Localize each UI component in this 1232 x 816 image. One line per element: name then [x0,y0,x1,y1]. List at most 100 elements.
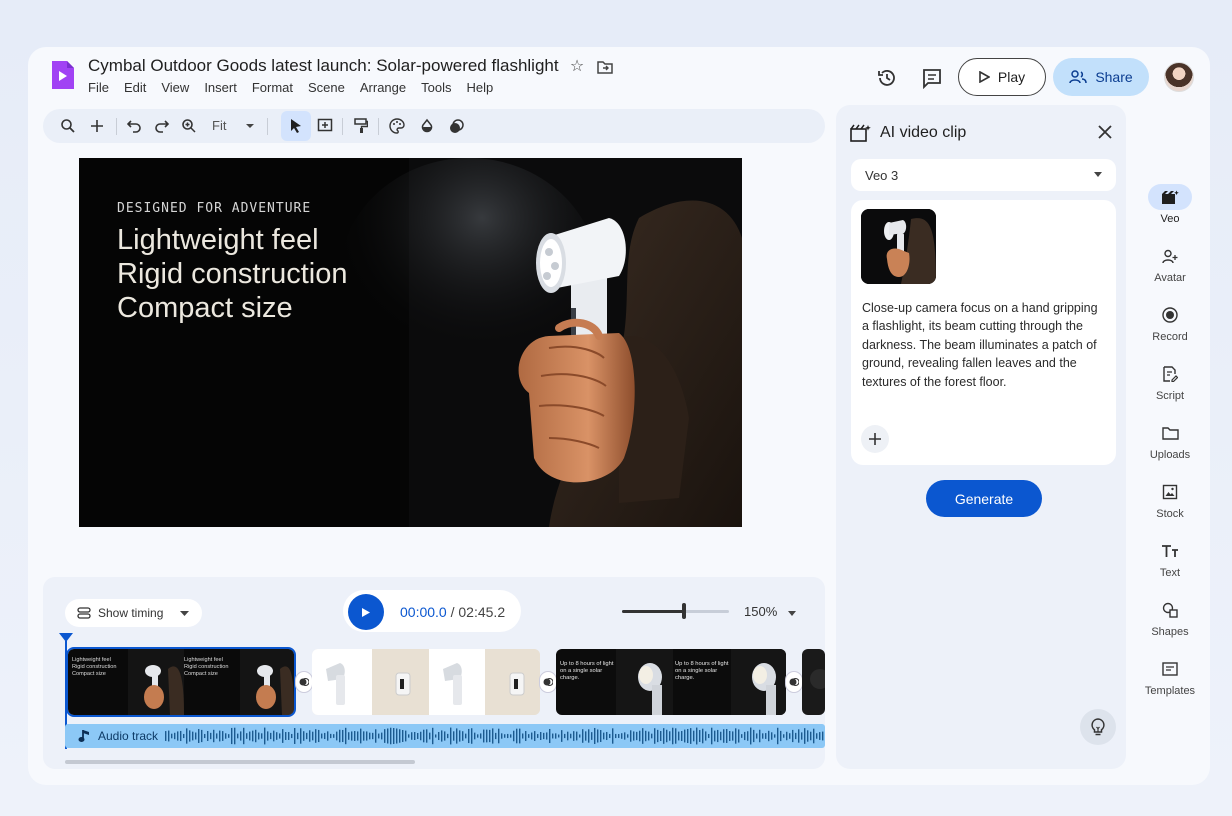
current-time: 00:00.0 [400,604,447,620]
star-icon[interactable]: ☆ [568,58,586,76]
version-history-icon[interactable] [876,67,898,89]
waveform-bar [228,734,230,738]
rail-item-templates[interactable]: Templates [1140,656,1200,697]
audio-track[interactable] [65,724,825,748]
waveform-bar [615,733,617,739]
waveform-bar [561,730,563,742]
app-window: Cymbal Outdoor Goods latest launch: Sola… [28,47,1210,785]
add-icon[interactable] [87,116,107,136]
effects-icon[interactable] [447,116,467,136]
waveform-bar [588,729,590,743]
share-button[interactable]: Share [1053,58,1149,96]
waveform-bar [597,729,599,743]
waveform-bar [267,731,269,741]
waveform-bar [555,733,557,739]
doc-title[interactable]: Cymbal Outdoor Goods latest launch: Sola… [88,56,559,76]
waveform-bar [573,731,575,741]
waveform-bar [381,732,383,740]
waveform-bar [762,733,764,739]
timeline-clip-4[interactable] [802,649,825,715]
redo-icon[interactable] [152,116,172,136]
waveform-bar [366,731,368,741]
lightbulb-icon [1091,718,1105,736]
waveform-bar [387,728,389,744]
timeline-clip-1[interactable]: Lightweight feel Rigid construction Comp… [66,647,296,717]
rail-item-uploads[interactable]: Uploads [1140,420,1200,461]
undo-icon[interactable] [124,116,144,136]
add-media-button[interactable] [861,425,889,453]
comments-icon[interactable] [921,67,943,89]
transition-icon[interactable] [785,671,803,693]
waveform-bar [456,728,458,744]
waveform-bar [426,729,428,743]
waveform-bar [798,729,800,743]
waveform-bar [417,732,419,740]
rail-item-veo[interactable]: Veo [1140,184,1200,225]
rail-item-record[interactable]: Record [1140,302,1200,343]
waveform-bar [384,729,386,743]
paint-format-icon[interactable] [351,116,371,136]
menu-scene[interactable]: Scene [308,80,345,95]
move-folder-icon[interactable] [596,58,614,76]
add-box-icon[interactable] [315,116,335,136]
menu-insert[interactable]: Insert [204,80,237,95]
reference-image-thumbnail[interactable] [861,209,936,284]
menu-help[interactable]: Help [466,80,493,95]
tips-button[interactable] [1080,709,1116,745]
menu-view[interactable]: View [161,80,189,95]
palette-icon[interactable] [387,116,407,136]
waveform-bar [738,729,740,743]
waveform-bar [327,731,329,741]
menu-edit[interactable]: Edit [124,80,146,95]
waveform-bar [315,729,317,743]
rail-item-shapes[interactable]: Shapes [1140,597,1200,638]
menu-format[interactable]: Format [252,80,293,95]
waveform-bar [180,730,182,742]
waveform-bar [372,732,374,740]
search-icon[interactable] [58,116,78,136]
waveform-bar [642,728,644,744]
zoom-icon[interactable] [179,116,199,136]
slide-canvas[interactable]: DESIGNED FOR ADVENTURE Lightweight feel … [79,158,742,527]
rail-item-avatar[interactable]: Avatar [1140,243,1200,284]
user-avatar[interactable] [1164,62,1194,92]
menu-file[interactable]: File [88,80,109,95]
waveform-bar [774,734,776,738]
waveform-bar [183,733,185,739]
timeline-play-button[interactable] [348,594,384,630]
timeline-clip-3[interactable]: Up to 8 hours of light on a single solar… [556,649,786,715]
total-time: / 02:45.2 [450,604,506,620]
transition-icon[interactable] [295,671,313,693]
chevron-down-icon[interactable] [240,116,260,136]
waveform-bar [306,732,308,740]
waveform-bar [822,731,824,741]
rail-item-script[interactable]: Script [1140,361,1200,402]
waveform-bar [765,733,767,739]
show-timing-dropdown[interactable]: Show timing [65,599,202,627]
timeline-clip-2[interactable] [312,649,540,715]
prompt-text[interactable]: Close-up camera focus on a hand gripping… [862,299,1102,391]
model-select[interactable]: Veo 3 [851,159,1116,191]
transition-icon[interactable] [539,671,557,693]
zoom-slider-handle[interactable] [682,603,687,619]
waveform-bar [543,732,545,740]
shapes-icon [1148,597,1192,623]
timeline-scrollbar[interactable] [65,760,415,764]
zoom-slider-fill [622,610,685,613]
rail-item-text[interactable]: Text [1140,538,1200,579]
zoom-level-dropdown[interactable]: 150% [744,604,796,619]
waveform-bar [768,730,770,742]
fill-drop-icon[interactable] [417,116,437,136]
menu-arrange[interactable]: Arrange [360,80,406,95]
rail-item-stock[interactable]: Stock [1140,479,1200,520]
zoom-fit-label[interactable]: Fit [212,118,226,133]
vids-logo-icon[interactable] [50,59,76,91]
play-button[interactable]: Play [958,58,1046,96]
cursor-icon[interactable] [286,116,306,136]
waveform-bar [720,731,722,741]
menu-tools[interactable]: Tools [421,80,451,95]
close-icon[interactable] [1098,125,1112,139]
waveform-bar [744,731,746,741]
generate-button[interactable]: Generate [926,480,1042,517]
waveform-bar [297,732,299,740]
